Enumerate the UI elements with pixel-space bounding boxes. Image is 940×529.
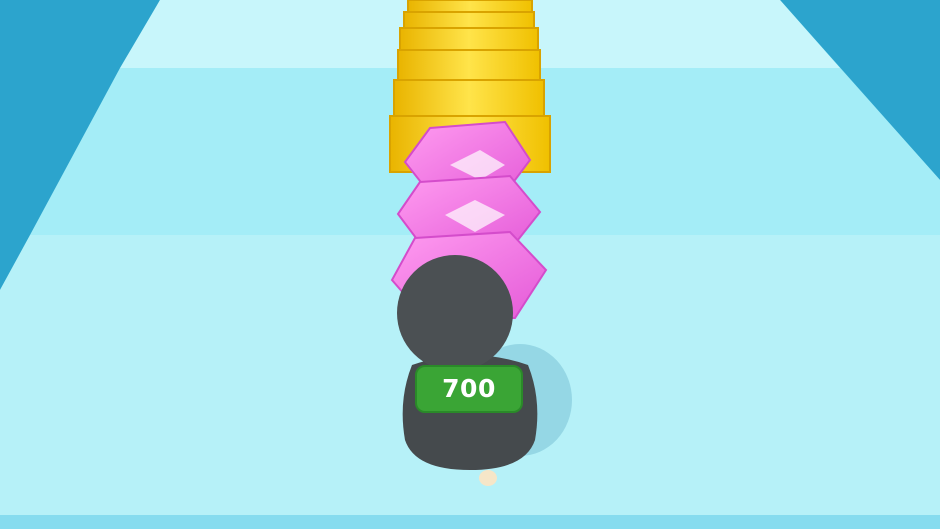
game-scene[interactable]: 700 (0, 0, 940, 529)
score-badge (415, 365, 523, 413)
scene-canvas (0, 0, 940, 529)
